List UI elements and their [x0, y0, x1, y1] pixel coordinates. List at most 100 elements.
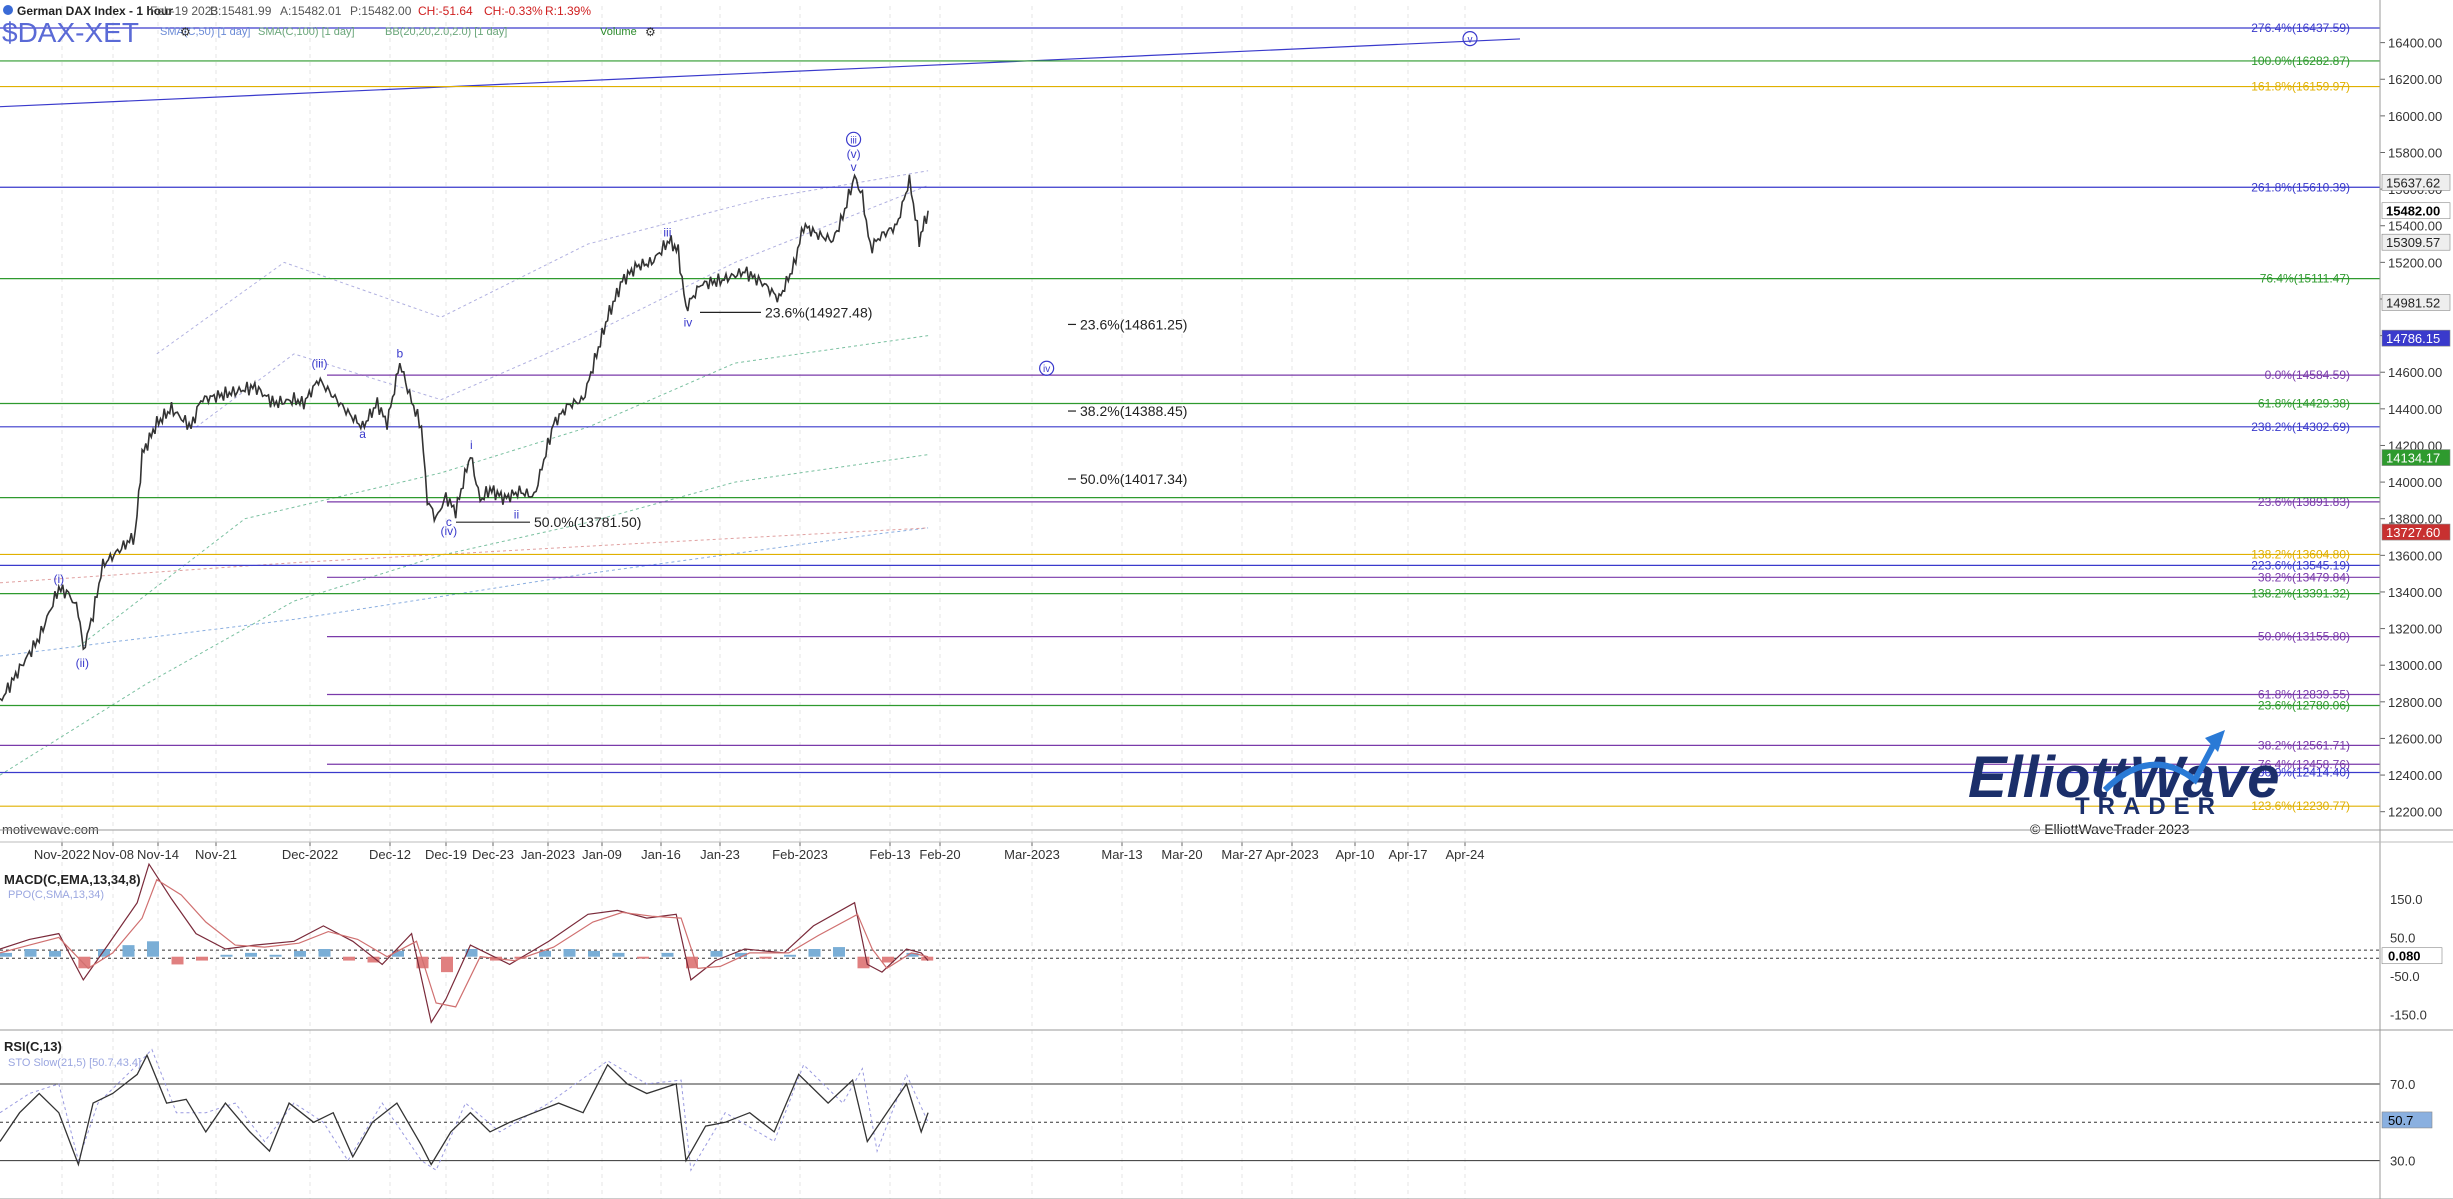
fib-level-label: 61.8%(14429.38) — [2258, 397, 2350, 411]
macd-histogram-bar — [759, 956, 772, 959]
macd-tick-label: -150.0 — [2390, 1008, 2427, 1023]
study-sma100: SMA(C,100) [1 day] — [258, 26, 355, 38]
study-bb: BB(20,20,2.0,2.0) [1 day] — [385, 26, 507, 38]
price-tick-label: 15400.00 — [2388, 219, 2442, 234]
overlay-curve — [0, 527, 929, 584]
macd-histogram-bar — [612, 952, 625, 957]
macd-histogram-bar — [857, 956, 870, 969]
wave-label: iii — [850, 135, 857, 146]
price-tag: 13727.60 — [2386, 525, 2440, 540]
macd-histogram-bar — [808, 949, 821, 957]
price-tick-label: 16000.00 — [2388, 109, 2442, 124]
price-series — [0, 173, 929, 702]
time-tick-label: Apr-10 — [1335, 847, 1374, 862]
macd-title: MACD(C,EMA,13,34,8) — [4, 872, 141, 887]
price-tick-label: 14600.00 — [2388, 365, 2442, 380]
macd-histogram-bar — [661, 952, 674, 957]
wave-label: b — [396, 347, 403, 361]
wave-annotations: 23.6%(14927.48) 23.6%(14861.25) 38.2%(1438… — [53, 31, 1478, 670]
macd-histogram-bar — [171, 956, 184, 965]
price-axis[interactable]: 12200.00 12400.00 12600.00 12800.00 13000.00… — [2380, 36, 2442, 820]
wave-label: (i) — [53, 572, 64, 586]
header-range: R:1.39% — [545, 4, 591, 18]
macd-histogram-bar — [0, 952, 12, 957]
gear-icon[interactable]: ⚙ — [180, 25, 191, 39]
retracement-label: 23.6%(14861.25) — [1080, 316, 1187, 332]
retracement-label: 50.0%(14017.34) — [1080, 471, 1187, 487]
logo-subtitle: TRADER — [2075, 793, 2223, 820]
fib-level-label: 161.8%(16159.97) — [2251, 80, 2350, 94]
time-tick-label: Mar-27 — [1221, 847, 1262, 862]
wave-label: iv — [1043, 364, 1050, 375]
header-date: Feb-19 2023 — [150, 4, 218, 18]
price-tick-label: 13200.00 — [2388, 622, 2442, 637]
time-tick-label: Mar-20 — [1161, 847, 1202, 862]
macd-current-label: 0.080 — [2388, 949, 2421, 964]
time-tick-label: Jan-2023 — [521, 847, 575, 862]
fib-level-label: 276.4%(16437.59) — [2251, 21, 2350, 35]
wave-label: iii — [663, 226, 671, 240]
price-tag: 15309.57 — [2386, 235, 2440, 250]
chart-header: German DAX Index - 1 hour Feb-19 2023 B:… — [2, 4, 656, 48]
time-tick-label: Nov-21 — [195, 847, 237, 862]
time-tick-label: Apr-17 — [1388, 847, 1427, 862]
symbol-label: $DAX-XET — [2, 17, 139, 48]
gear-icon[interactable]: ⚙ — [645, 25, 656, 39]
fib-level-label: 261.8%(15610.39) — [2251, 180, 2350, 194]
time-tick-label: Jan-16 — [641, 847, 681, 862]
chart-canvas[interactable]: 276.4%(16437.59) 100.0%(16282.87) 161.8%(1… — [0, 0, 2453, 1199]
fib-level-label: 23.6%(12780.06) — [2258, 698, 2350, 712]
time-tick-label: Feb-20 — [919, 847, 960, 862]
macd-histogram-bar — [882, 956, 894, 963]
study-volume: Volume — [600, 26, 637, 38]
time-tick-label: Apr-2023 — [1265, 847, 1318, 862]
time-tick-label: Nov-2022 — [34, 847, 90, 862]
rsi-tick-label: 70.0 — [2390, 1077, 2415, 1092]
time-tick-label: Mar-2023 — [1004, 847, 1060, 862]
fib-level-label: 238.2%(14302.69) — [2251, 420, 2350, 434]
wave-label: (v) — [847, 147, 861, 161]
wave-label: (iv) — [441, 524, 458, 538]
price-tick-label: 15200.00 — [2388, 255, 2442, 270]
wave-label: ii — [514, 508, 519, 522]
study-sma50: SMA(C,50) [1 day] — [160, 26, 250, 38]
overlay-curve — [78, 335, 929, 648]
rsi-line — [0, 1053, 929, 1167]
macd-histogram-bar — [294, 950, 306, 957]
time-tick-label: Mar-13 — [1101, 847, 1142, 862]
overlay-curve — [156, 170, 929, 355]
price-panel[interactable]: 276.4%(16437.59) 100.0%(16282.87) 161.8%(1… — [0, 6, 2451, 1199]
macd-histogram-bar — [245, 952, 257, 957]
price-tick-label: 13600.00 — [2388, 548, 2442, 563]
header-change-pct: CH:-0.33% — [484, 4, 543, 18]
price-tick-label: 12400.00 — [2388, 768, 2442, 783]
fib-levels: 276.4%(16437.59) 100.0%(16282.87) 161.8%(1… — [0, 21, 2380, 813]
time-tick-label: Dec-19 — [425, 847, 467, 862]
time-tick-label: Jan-23 — [700, 847, 740, 862]
rsi-tick-label: 30.0 — [2390, 1154, 2415, 1169]
rsi-panel[interactable]: RSI(C,13) STO Slow(21,5) [50.7,43.4] 70.0 3… — [0, 1039, 2433, 1172]
fib-level-label: 0.0%(14584.59) — [2265, 368, 2350, 382]
wave-label: a — [359, 427, 366, 441]
signal-line — [0, 878, 929, 1008]
price-tick-label: 16200.00 — [2388, 72, 2442, 87]
logo-copyright: © ElliottWaveTrader 2023 — [2030, 821, 2190, 837]
time-tick-label: Nov-08 — [92, 847, 134, 862]
price-grid — [61, 6, 1466, 1199]
rsi-title: RSI(C,13) — [4, 1039, 62, 1054]
price-tick-label: 14000.00 — [2388, 475, 2442, 490]
macd-tick-label: -50.0 — [2390, 969, 2420, 984]
macd-panel[interactable]: MACD(C,EMA,13,34,8) PPO(C,SMA,13,34) 150.0… — [0, 862, 2443, 1024]
time-tick-label: Jan-09 — [582, 847, 622, 862]
macd-histogram-bar — [220, 954, 233, 957]
macd-histogram-bar — [78, 956, 91, 969]
time-axis[interactable]: Nov-2022 Nov-08 Nov-14 Nov-21 Dec-2022 Dec-12… — [34, 842, 1485, 862]
macd-histogram-bar — [269, 954, 282, 957]
time-tick-label: Dec-2022 — [282, 847, 338, 862]
fib-level-label: 76.4%(15111.47) — [2260, 272, 2350, 286]
wave-label: iv — [684, 315, 693, 329]
wave-label: i — [470, 438, 473, 452]
macd-histogram-bar — [588, 950, 600, 957]
rsi-subtitle: STO Slow(21,5) [50.7,43.4] — [8, 1057, 141, 1069]
price-tick-label: 16400.00 — [2388, 36, 2442, 51]
